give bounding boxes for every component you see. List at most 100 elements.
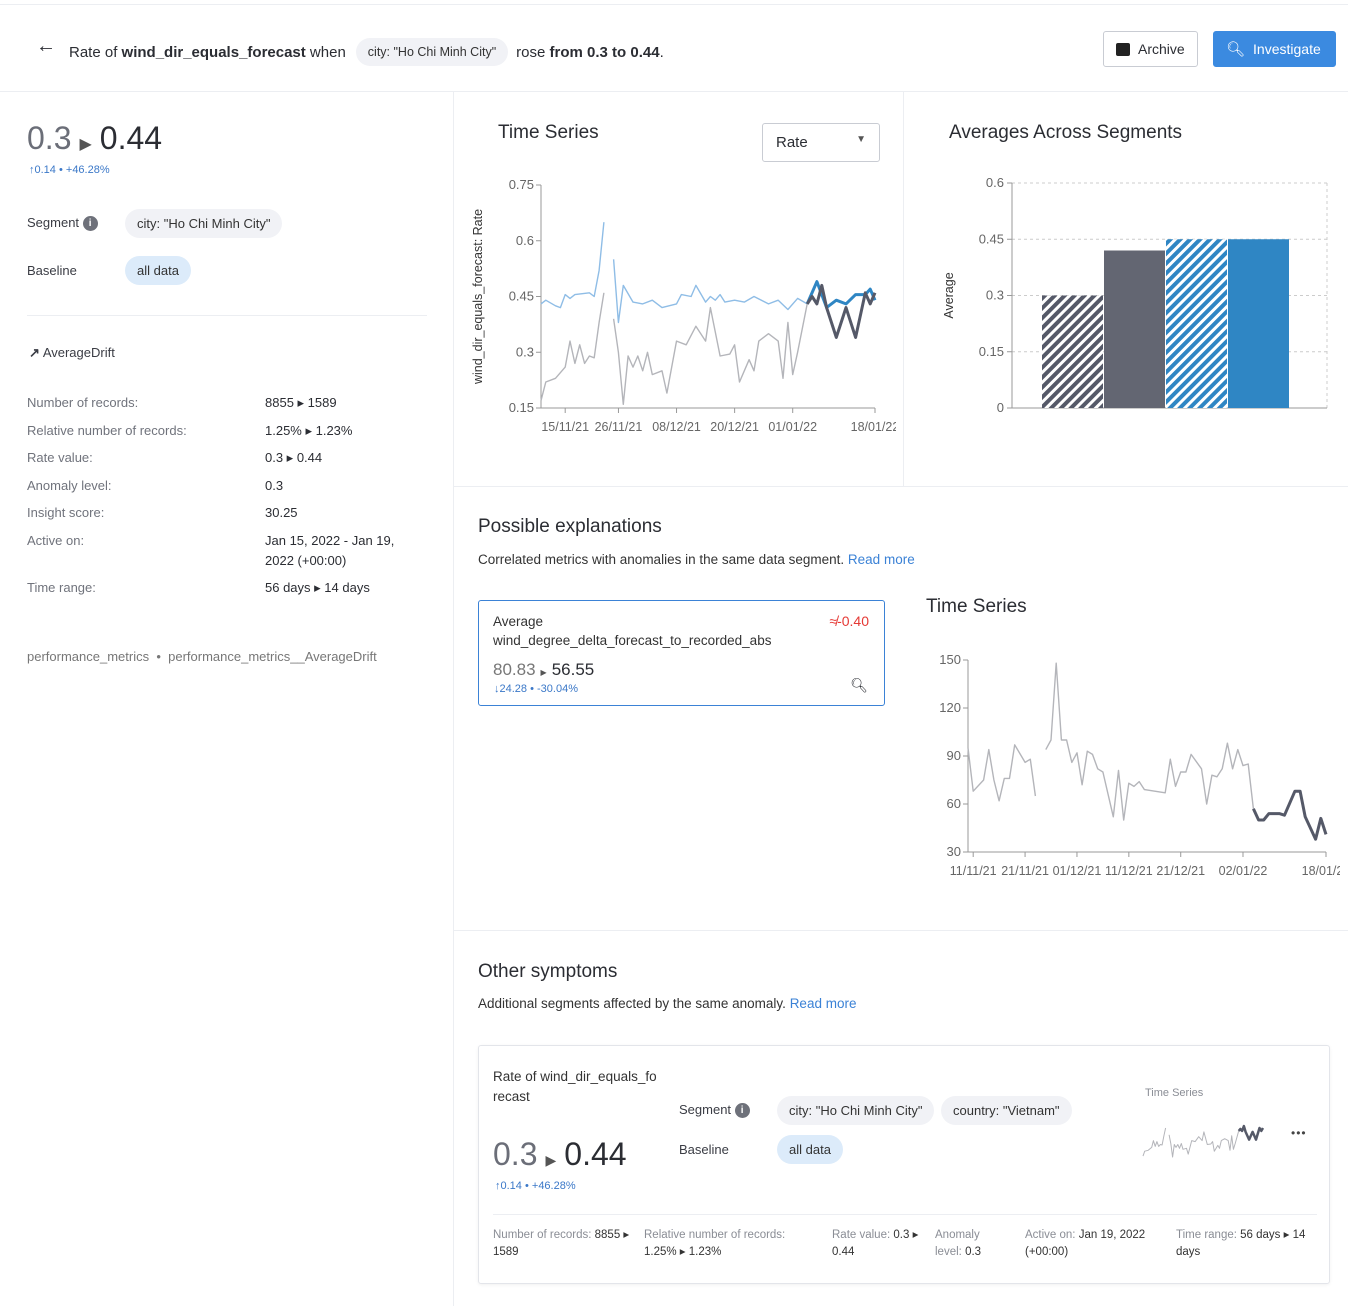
card-from: 80.83 [493, 660, 536, 679]
divider [453, 92, 454, 1306]
segment-label: Segment i [27, 215, 98, 232]
meta-key: Time range: [1176, 1229, 1237, 1241]
value-delta: ↑0.14 • +46.28% [29, 164, 110, 176]
search-icon: 🔍︎ [1226, 41, 1246, 58]
stat-value: 30.25 [265, 505, 298, 520]
divider [903, 92, 904, 486]
stat-value: Jan 15, 2022 - Jan 19, 2022 (+00:00) [265, 532, 395, 568]
stat-row: Rate value: 0.3 ▸ 0.44 [27, 450, 437, 465]
y-tick-label: 0.6 [986, 175, 1004, 190]
y-tick-label: 0.3 [516, 344, 534, 359]
baseline-series-line [612, 259, 808, 324]
symptoms-desc: Additional segments affected by the same… [478, 996, 856, 1011]
segment-highlight-line [805, 283, 877, 339]
segment-highlight-line [1237, 1124, 1265, 1141]
select-value: Rate [776, 134, 808, 151]
page-title: Rate of wind_dir_equals_forecast when ci… [69, 38, 664, 66]
segment-series-line [967, 744, 1037, 802]
explanation-chart-title: Time Series [926, 596, 1027, 617]
stat-key: Rate value: [27, 450, 93, 465]
info-icon[interactable]: i [734, 1103, 750, 1119]
detector: ↗ AverageDrift [29, 345, 115, 361]
y-tick-label: 120 [939, 700, 961, 715]
stat-value: 0.3 ▸ 0.44 [265, 450, 323, 465]
archive-label: Archive [1138, 41, 1185, 57]
x-tick-label: 11/11/21 [950, 864, 997, 878]
divider [493, 1214, 1317, 1215]
more-options-icon[interactable]: ••• [1291, 1126, 1307, 1140]
segment-highlight-line [1252, 789, 1328, 841]
symptom-from: 0.3 [493, 1136, 538, 1172]
info-icon[interactable]: i [82, 216, 98, 232]
bar [1166, 239, 1227, 408]
meta-time-range: Time range: 56 days ▸ 14 days [1176, 1227, 1311, 1261]
meta-value: 0.3 [965, 1246, 982, 1258]
baseline-chip: all data [125, 256, 191, 285]
title-when: when [305, 43, 346, 61]
meta-value: 1.25% ▸ 1.23% [644, 1246, 722, 1258]
separator: • [156, 649, 161, 664]
desc-text: Correlated metrics with anomalies in the… [478, 552, 848, 567]
y-axis-label: Average [942, 272, 956, 318]
metric-select[interactable]: Rate ▼ [762, 123, 880, 162]
stat-key: Number of records: [27, 395, 139, 410]
stat-key: Insight score: [27, 505, 105, 520]
explanations-desc: Correlated metrics with anomalies in the… [478, 552, 915, 567]
archive-button[interactable]: Archive [1103, 31, 1198, 67]
symptom-baseline-label: Baseline [679, 1142, 729, 1157]
card-delta: ↓24.28 • -30.04% [494, 683, 578, 695]
baseline-label: Baseline [27, 263, 77, 278]
divider [27, 315, 427, 316]
x-tick-label: 01/01/22 [768, 420, 817, 434]
source-metric[interactable]: performance_metrics__AverageDrift [168, 649, 377, 664]
correlation-value: -0.40 [837, 613, 869, 629]
x-tick-label: 08/12/21 [652, 420, 701, 434]
symptom-segment-label: Segment i [679, 1102, 750, 1119]
title-prefix: Rate of [69, 43, 122, 61]
stat-key: Time range: [27, 579, 96, 595]
value-change: 0.3 ▶ 0.44 [27, 120, 163, 156]
zoom-in-icon[interactable]: 🔍︎ [850, 677, 868, 694]
back-arrow-icon[interactable]: ← [36, 35, 56, 58]
title-from-to: from 0.3 to 0.44 [549, 43, 660, 61]
meta-anomaly: Anomaly level: 0.3 [935, 1227, 1005, 1261]
sparkline-chart [1142, 1124, 1265, 1158]
archive-icon [1116, 42, 1130, 56]
card-delta-pct: -30.04% [537, 683, 578, 695]
card-aggregation: Average [493, 614, 544, 629]
x-tick-label: 21/11/21 [1001, 864, 1049, 878]
meta-key: Number of records: [493, 1229, 592, 1241]
source-dataset[interactable]: performance_metrics [27, 649, 149, 664]
read-more-link[interactable]: Read more [848, 552, 915, 567]
symptom-delta-abs: 0.14 [500, 1180, 522, 1192]
meta-key: Active on: [1025, 1229, 1076, 1241]
time-series-chart: 0.15 0.3 0.45 0.6 0.75 15/11/21 26/11/21 08/12/… [471, 177, 896, 434]
x-tick-label: 01/12/21 [1053, 864, 1102, 878]
stat-row: Anomaly level: 0.3 [27, 478, 437, 493]
stat-row: Number of records: 8855 ▸ 1589 [27, 395, 437, 410]
card-metric: wind_degree_delta_forecast_to_recorded_a… [493, 633, 772, 648]
correlation: ≉-0.40 [829, 613, 869, 629]
symptom-delta: ↑0.14 • +46.28% [495, 1180, 576, 1192]
explanation-card[interactable]: Average wind_degree_delta_forecast_to_re… [478, 600, 885, 706]
divider [453, 486, 1348, 487]
investigate-button[interactable]: 🔍︎ Investigate [1213, 31, 1336, 67]
symptoms-title: Other symptoms [478, 961, 618, 982]
y-tick-label: 0.6 [516, 233, 534, 248]
title-period: . [659, 43, 664, 61]
y-tick-label: 90 [947, 748, 961, 763]
y-tick-label: 60 [947, 796, 961, 811]
x-tick-label: 15/11/21 [541, 420, 589, 434]
symptom-delta-pct: +46.28% [531, 1180, 576, 1192]
time-series-title: Time Series [498, 122, 599, 143]
trending-up-icon: ↗ [29, 345, 40, 360]
meta-key: Rate value: [832, 1229, 891, 1241]
meta-rate: Rate value: 0.3 ▸ 0.44 [832, 1227, 932, 1261]
bar [1228, 239, 1289, 408]
y-tick-label: 0.15 [979, 344, 1004, 359]
x-tick-label: 26/11/21 [595, 420, 643, 434]
read-more-link[interactable]: Read more [790, 996, 857, 1011]
explanations-title: Possible explanations [478, 516, 662, 537]
stat-value: 8855 ▸ 1589 [265, 395, 337, 410]
symptom-card[interactable]: Rate of wind_dir_equals_forecast 0.3 ▶ 0.4… [478, 1045, 1330, 1284]
